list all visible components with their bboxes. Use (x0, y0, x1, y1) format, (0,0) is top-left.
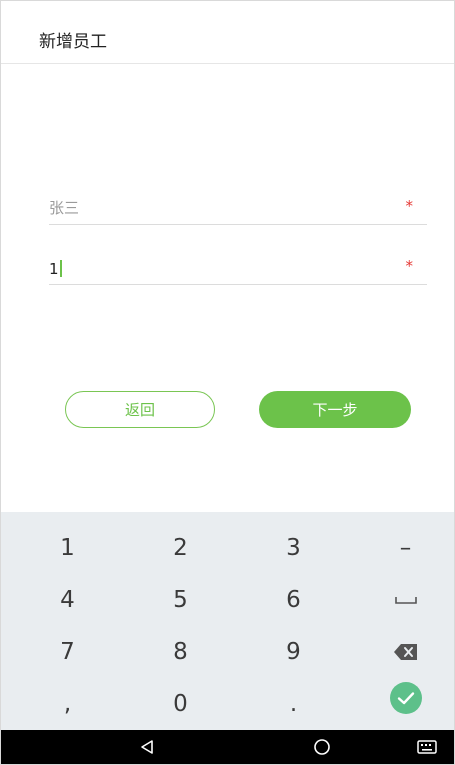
back-triangle-icon (141, 740, 153, 754)
next-step-button[interactable]: 下一步 (259, 391, 411, 428)
next-step-button-label: 下一步 (312, 401, 358, 419)
system-navigation-bar (1, 730, 454, 764)
required-marker: * (405, 257, 414, 275)
key-3[interactable]: 3 (237, 522, 350, 574)
text-cursor (59, 260, 62, 277)
checkmark-icon (389, 682, 422, 714)
keyboard-icon (417, 740, 437, 754)
key-2[interactable]: 2 (124, 522, 237, 574)
name-field[interactable]: 张三 * (49, 194, 427, 225)
phone-field-text: 1 (49, 260, 62, 278)
back-button-label: 返回 (124, 401, 155, 419)
key-8[interactable]: 8 (124, 626, 237, 678)
key-comma[interactable]: , (11, 678, 124, 730)
nav-back-button[interactable] (117, 730, 177, 764)
key-7[interactable]: 7 (11, 626, 124, 678)
backspace-icon (393, 644, 417, 660)
key-9[interactable]: 9 (237, 626, 350, 678)
key-done[interactable] (349, 672, 454, 724)
key-backspace[interactable] (349, 626, 454, 678)
key-4[interactable]: 4 (11, 574, 124, 626)
required-marker: * (405, 197, 414, 215)
key-minus[interactable]: – (349, 522, 454, 574)
key-0[interactable]: 0 (124, 678, 237, 730)
nav-home-button[interactable] (292, 730, 352, 764)
home-circle-icon (314, 739, 330, 755)
title-bar: 新增员工 (1, 1, 454, 64)
key-6[interactable]: 6 (237, 574, 350, 626)
back-button[interactable]: 返回 (65, 391, 215, 428)
phone-value: 1 (49, 260, 59, 278)
key-5[interactable]: 5 (124, 574, 237, 626)
page-title: 新增员工 (39, 32, 107, 52)
key-1[interactable]: 1 (11, 522, 124, 574)
nav-keyboard-button[interactable] (397, 730, 454, 764)
space-icon (394, 597, 417, 604)
numeric-keyboard: 1 2 3 – 4 5 6 7 8 9 , 0 . (1, 512, 454, 730)
name-placeholder: 张三 (49, 199, 80, 217)
app-screen: 新增员工 张三 * 1 * 返回 下一步 1 2 3 – 4 5 6 7 8 9 (0, 0, 455, 765)
key-space[interactable] (349, 574, 454, 626)
key-period[interactable]: . (237, 678, 350, 730)
phone-field[interactable]: 1 * (49, 254, 427, 285)
